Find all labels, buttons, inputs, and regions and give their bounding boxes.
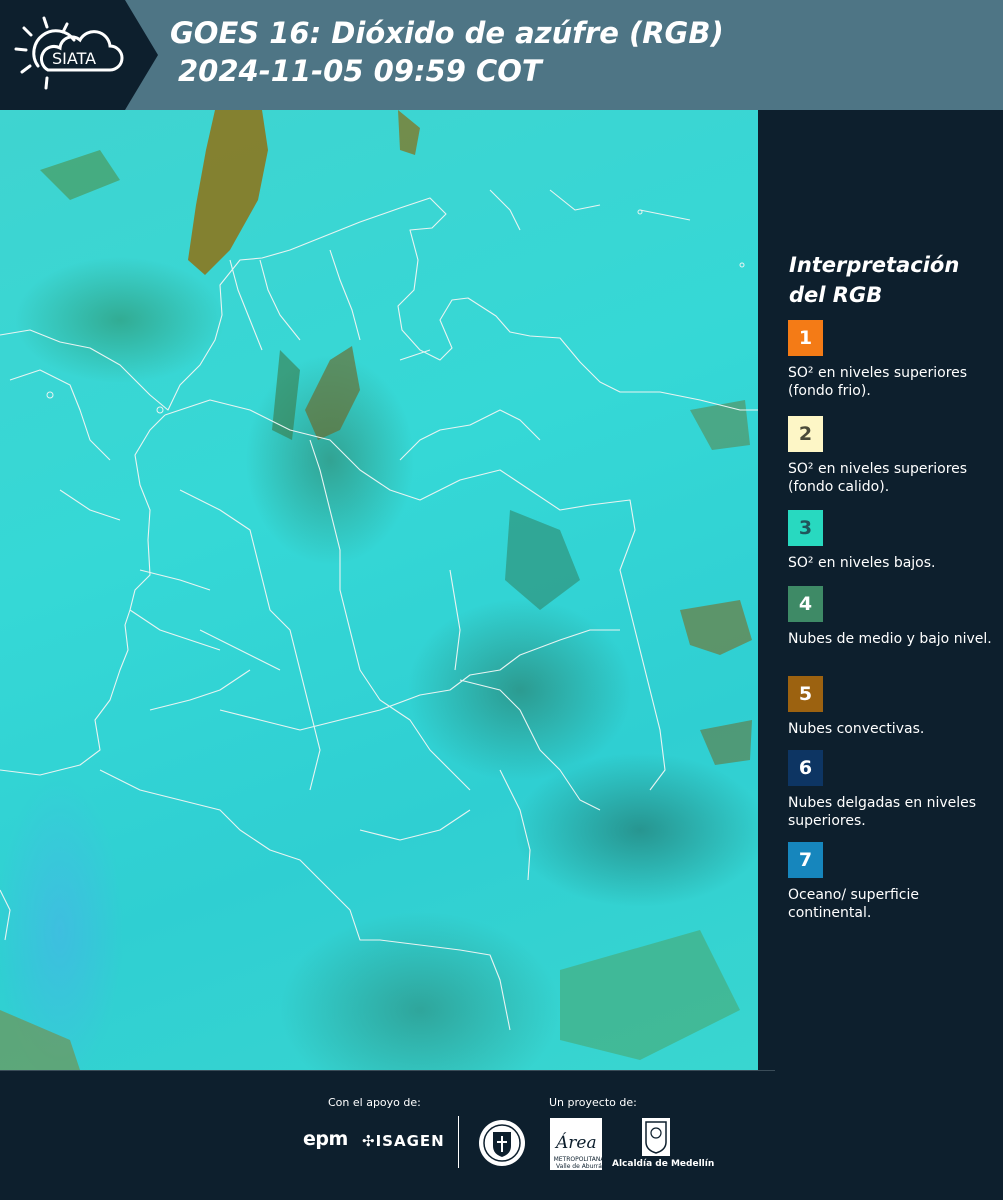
alcaldia-text: Alcaldía de Medellín	[612, 1159, 715, 1169]
area-logo-text: METROPOLITANA Valle de Aburrá	[553, 1156, 605, 1170]
legend-swatch-7: 7	[788, 842, 823, 878]
siata-logo: SIATA	[14, 16, 124, 90]
project-label: Un proyecto de:	[549, 1096, 637, 1109]
legend-label-2: SO² en niveles superiores (fondo calido)…	[788, 461, 968, 495]
isagen-logo-text: ISAGEN	[375, 1132, 445, 1150]
footer: Con el apoyo de: Un proyecto de: epm ✣IS…	[0, 1070, 1003, 1200]
legend-label-6: Nubes delgadas en niveles superiores.	[788, 795, 977, 829]
legend-item-4: 4 Nubes de medio y bajo nivel.	[788, 586, 998, 648]
area-logo-script: Área	[554, 1132, 597, 1153]
page-title: GOES 16: Dióxido de azúfre (RGB) 2024-11…	[170, 14, 724, 90]
legend-item-1: 1 SO² en niveles superiores (fondo frio)…	[788, 320, 998, 400]
logo-divider	[458, 1116, 459, 1168]
legend-swatch-5: 5	[788, 676, 823, 712]
legend-item-3: 3 SO² en niveles bajos.	[788, 510, 998, 572]
legend-label-1: SO² en niveles superiores (fondo frio).	[788, 365, 968, 399]
title-timestamp: 2024-11-05 09:59 COT	[178, 54, 542, 88]
medellin-seal-icon	[479, 1120, 525, 1166]
islands	[46, 209, 745, 414]
legend-panel: Interpretación del RGB 1 SO² en niveles …	[760, 110, 1003, 1070]
satellite-map[interactable]	[0, 110, 758, 1070]
legend-label-3: SO² en niveles bajos.	[788, 555, 936, 571]
legend-swatch-1: 1	[788, 320, 823, 356]
legend-label-7: Oceano/ superficie continental.	[788, 887, 919, 921]
logo-text: SIATA	[52, 49, 96, 68]
legend-label-4: Nubes de medio y bajo nivel.	[788, 631, 992, 647]
legend-swatch-2: 2	[788, 416, 823, 452]
epm-logo: epm	[303, 1128, 348, 1150]
support-label: Con el apoyo de:	[328, 1096, 421, 1109]
legend-item-7: 7 Oceano/ superficie continental.	[788, 842, 998, 922]
political-borders	[0, 189, 758, 1031]
isagen-logo: ✣ISAGEN	[362, 1132, 445, 1150]
map-overlay	[0, 110, 758, 1070]
legend-label-5: Nubes convectivas.	[788, 721, 925, 737]
convective-cloud-patches	[0, 110, 752, 1070]
legend-swatch-6: 6	[788, 750, 823, 786]
legend-swatch-3: 3	[788, 510, 823, 546]
title-line-1: GOES 16: Dióxido de azúfre (RGB)	[170, 16, 724, 50]
footer-divider-line	[0, 1070, 775, 1071]
logo-block: SIATA	[0, 0, 158, 110]
legend-item-2: 2 SO² en niveles superiores (fondo calid…	[788, 416, 998, 496]
header: SIATA GOES 16: Dióxido de azúfre (RGB) 2…	[0, 0, 1003, 110]
legend-title: Interpretación del RGB	[789, 253, 960, 307]
legend-swatch-4: 4	[788, 586, 823, 622]
legend-item-6: 6 Nubes delgadas en niveles superiores.	[788, 750, 998, 830]
alcaldia-shield-icon	[642, 1118, 670, 1156]
legend-item-5: 5 Nubes convectivas.	[788, 676, 998, 738]
